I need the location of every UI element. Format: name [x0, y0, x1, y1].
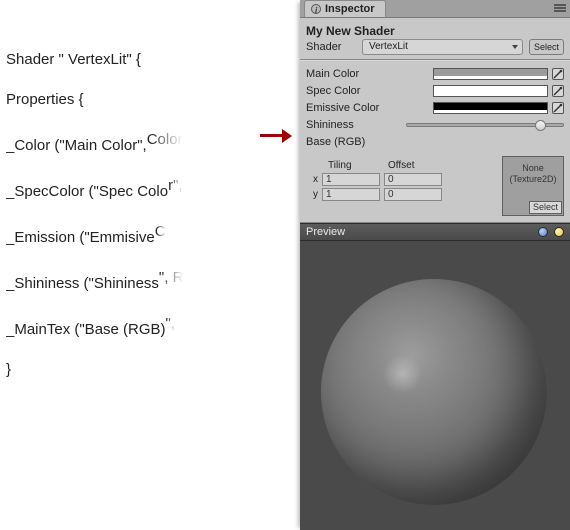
code-line: _Shininess ("Shininess", R [6, 268, 286, 294]
code-line: } [6, 360, 286, 380]
spec-color-swatch[interactable] [433, 85, 548, 97]
code-line: Shader " VertexLit" { [6, 50, 286, 70]
preview-mode-shaded-icon[interactable] [538, 227, 548, 237]
preview-header: Preview [300, 223, 570, 241]
offset-x-input[interactable] [384, 173, 442, 186]
prop-base-rgb: Base (RGB) [306, 134, 564, 150]
texture-slot[interactable]: None (Texture2D) Select [502, 156, 564, 216]
code-fade: r", [168, 176, 183, 196]
shader-dropdown[interactable]: VertexLit [362, 39, 523, 55]
shader-label: Shader [306, 41, 356, 53]
shininess-label: Shininess [306, 119, 406, 131]
texture-none-label: None [522, 163, 544, 173]
inspector-tab[interactable]: Inspector [304, 0, 386, 17]
info-icon [311, 4, 321, 14]
code-fade: Color [147, 130, 183, 150]
base-rgb-section: Tiling Offset x y None (Texture2D) [306, 156, 564, 216]
base-rgb-label: Base (RGB) [306, 136, 406, 148]
tiling-y-input[interactable] [322, 188, 380, 201]
code-text: _SpecColor ("Spec Colo [6, 183, 168, 200]
code-text: _Shininess ("Shininess [6, 275, 159, 292]
tiling-grid: Tiling Offset x y [306, 156, 494, 216]
code-line: _SpecColor ("Spec Color", [6, 176, 286, 202]
chevron-down-icon [512, 45, 518, 49]
material-header: My New Shader Shader VertexLit Select [300, 18, 570, 60]
code-line: _Color ("Main Color", Color [6, 130, 286, 156]
properties-section: Main Color Spec Color Emissive Color [300, 60, 570, 223]
tiling-row-x: x [306, 172, 494, 186]
axis-y-label: y [306, 189, 322, 200]
emissive-color-label: Emissive Color [306, 102, 406, 114]
preview-mode-lit-icon[interactable] [554, 227, 564, 237]
tab-label: Inspector [325, 1, 375, 18]
prop-emissive-color: Emissive Color [306, 100, 564, 116]
shader-row: Shader VertexLit Select [306, 39, 564, 55]
code-text: _Emission ("Emmisive [6, 229, 155, 246]
slider-thumb[interactable] [535, 120, 546, 131]
prop-spec-color: Spec Color [306, 83, 564, 99]
shader-value: VertexLit [369, 41, 408, 52]
texture-type-label: (Texture2D) [509, 174, 556, 184]
eyedropper-icon[interactable] [552, 102, 564, 114]
prop-shininess: Shininess [306, 117, 564, 133]
code-line: _Emission ("Emmisive C [6, 222, 286, 248]
code-fade: ", R [159, 268, 184, 288]
emissive-color-swatch[interactable] [433, 102, 548, 114]
panel-menu-icon[interactable] [554, 3, 566, 13]
offset-y-input[interactable] [384, 188, 442, 201]
eyedropper-icon[interactable] [552, 68, 564, 80]
main-color-label: Main Color [306, 68, 406, 80]
tiling-header: Tiling [328, 160, 388, 171]
spec-color-label: Spec Color [306, 85, 406, 97]
code-text: _Color ("Main Color", [6, 137, 147, 154]
prop-main-color: Main Color [306, 66, 564, 82]
arrow-icon [260, 129, 292, 143]
inspector-panel: Inspector My New Shader Shader VertexLit… [300, 0, 570, 526]
tiling-x-input[interactable] [322, 173, 380, 186]
offset-header: Offset [388, 160, 448, 171]
preview-canvas[interactable] [300, 241, 570, 530]
axis-x-label: x [306, 174, 322, 185]
code-line: Properties { [6, 90, 286, 110]
shader-code-block: Shader " VertexLit" { Properties { _Colo… [6, 30, 286, 400]
arrow-shaft [260, 134, 284, 137]
code-text: _MainTex ("Base (RGB) [6, 321, 166, 338]
preview-sphere [321, 279, 547, 505]
code-fade: C [155, 222, 166, 242]
select-shader-button[interactable]: Select [529, 39, 564, 55]
code-line: _MainTex ("Base (RGB)", [6, 314, 286, 340]
code-fade: ", [166, 314, 176, 334]
texture-select-button[interactable]: Select [529, 201, 562, 214]
arrow-head [282, 129, 292, 143]
material-name: My New Shader [306, 20, 564, 39]
tiling-row-y: y [306, 187, 494, 201]
eyedropper-icon[interactable] [552, 85, 564, 97]
main-color-swatch[interactable] [433, 68, 548, 80]
preview-label: Preview [306, 226, 345, 238]
inspector-tab-bar: Inspector [300, 0, 570, 18]
shininess-slider[interactable] [406, 118, 564, 132]
